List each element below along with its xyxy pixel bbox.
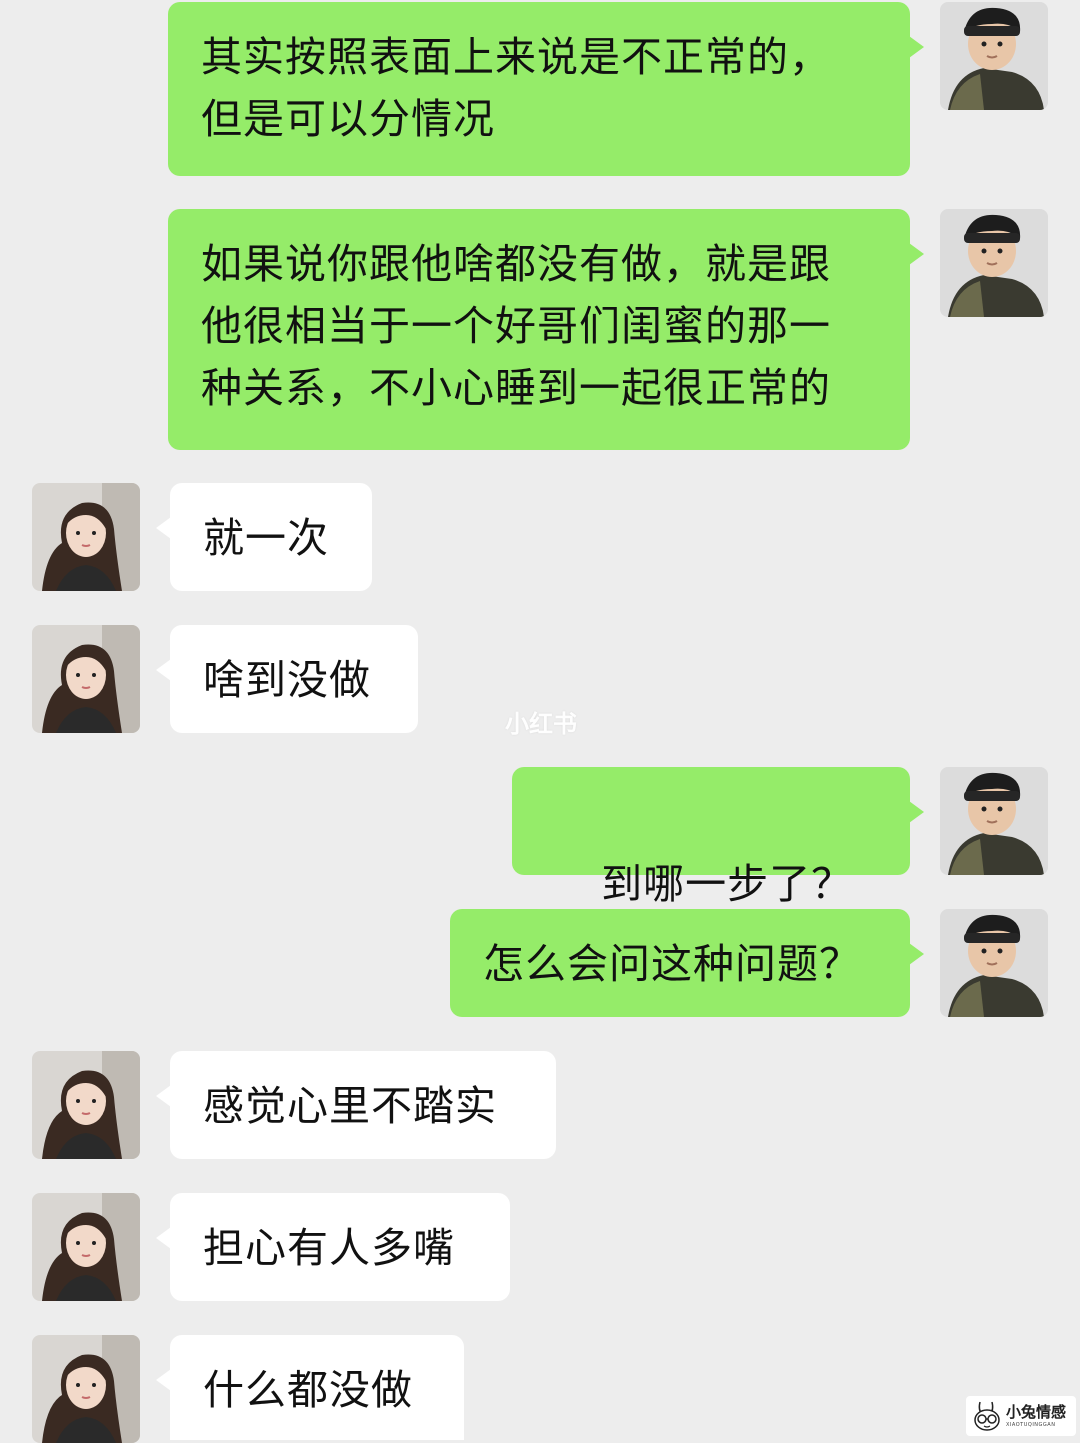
boy-avatar-icon [940,767,1048,875]
avatar-sender[interactable] [940,909,1048,1017]
avatar-contact[interactable] [32,1193,140,1301]
avatar-contact[interactable] [32,1335,140,1443]
message-bubble-sent[interactable]: 其实按照表面上来说是不正常的， 但是可以分情况 [168,2,924,176]
avatar-contact[interactable] [32,1051,140,1159]
avatar-sender[interactable] [940,767,1048,875]
message-bubble-sent[interactable]: 到哪一步了？ [512,767,924,965]
boy-avatar-icon [940,209,1048,317]
message-bubble-received[interactable]: 感觉心里不踏实 [156,1051,556,1159]
avatar-contact[interactable] [32,625,140,733]
message-text: 到哪一步了？ [601,860,854,908]
message-bubble-received[interactable]: 担心有人多嘴 [156,1193,510,1301]
message-bubble-received[interactable]: 就一次 [156,483,372,591]
message-bubble-sent[interactable]: 如果说你跟他啥都没有做，就是跟 他很相当于一个好哥们闺蜜的那一 种关系，不小心睡… [168,209,924,450]
message-bubble-sent[interactable]: 怎么会问这种问题？ [450,909,924,1017]
avatar-sender[interactable] [940,209,1048,317]
logo-subtitle: XIAOTUQINGGAN [1006,1422,1056,1428]
message-bubble-received[interactable]: 啥到没做 [156,625,418,733]
avatar-contact[interactable] [32,483,140,591]
boy-avatar-icon [940,909,1048,1017]
girl-avatar-icon [32,1193,140,1301]
brand-logo: 小兔情感 XIAOTUQINGGAN [966,1396,1076,1436]
girl-avatar-icon [32,1051,140,1159]
rabbit-glasses-icon [974,1401,1000,1431]
logo-title: 小兔情感 [1006,1403,1067,1421]
avatar-sender[interactable] [940,2,1048,110]
boy-avatar-icon [940,2,1048,110]
watermark-text: 小红书 [505,710,577,738]
girl-avatar-icon [32,483,140,591]
message-bubble-received[interactable]: 什么都没做 [156,1335,464,1440]
girl-avatar-icon [32,625,140,733]
girl-avatar-icon [32,1335,140,1443]
